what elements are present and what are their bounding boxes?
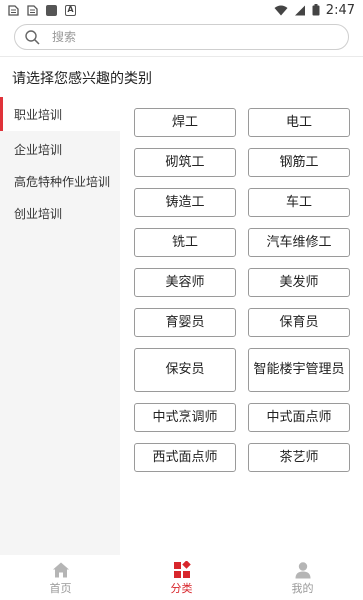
square-icon — [46, 4, 57, 16]
sim-icon — [27, 4, 38, 16]
nav-item-label: 我的 — [291, 581, 314, 595]
wifi-icon — [274, 5, 288, 15]
search-input[interactable] — [52, 30, 312, 44]
sidebar-item-high-risk[interactable]: 高危特种作业培训 — [0, 165, 120, 197]
sidebar-item-label: 创业培训 — [14, 206, 63, 221]
category-button-beautician[interactable]: 美容师 — [134, 268, 236, 297]
sidebar-item-label: 企业培训 — [14, 142, 63, 157]
sidebar-item-entrepreneurship[interactable]: 创业培训 — [0, 197, 120, 229]
category-button-nursery-worker[interactable]: 育婴员 — [134, 308, 236, 337]
category-sidebar: 职业培训 企业培训 高危特种作业培训 创业培训 — [0, 97, 120, 555]
category-button-chinese-cook[interactable]: 中式烹调师 — [134, 403, 236, 432]
category-grid: 焊工 电工 砌筑工 钢筋工 铸造工 车工 铣工 汽车维修工 美容师 美发师 育婴… — [134, 108, 352, 483]
category-button-bricklayer[interactable]: 砌筑工 — [134, 148, 236, 177]
bottom-nav: 首页 分类 我的 — [0, 556, 363, 600]
category-button-welder[interactable]: 焊工 — [134, 108, 236, 137]
sidebar-item-enterprise[interactable]: 企业培训 — [0, 133, 120, 165]
category-button-building-manager[interactable]: 智能楼宇管理员 — [248, 348, 350, 392]
sim-icon — [8, 4, 19, 16]
search-bar[interactable] — [14, 24, 349, 50]
category-button-tea-artist[interactable]: 茶艺师 — [248, 443, 350, 472]
category-button-rebar-worker[interactable]: 钢筋工 — [248, 148, 350, 177]
category-icon — [173, 560, 191, 578]
category-button-western-pastry[interactable]: 西式面点师 — [134, 443, 236, 472]
nav-item-home[interactable]: 首页 — [0, 556, 121, 600]
prompt-bar: 请选择您感兴趣的类别 — [0, 56, 363, 98]
category-button-chinese-pastry[interactable]: 中式面点师 — [248, 403, 350, 432]
page-title: 请选择您感兴趣的类别 — [12, 70, 152, 87]
a-icon: A — [65, 4, 76, 16]
sidebar-item-label: 高危特种作业培训 — [14, 174, 111, 189]
nav-item-label: 分类 — [170, 581, 193, 595]
nav-item-category[interactable]: 分类 — [121, 556, 242, 600]
home-icon — [52, 562, 69, 577]
battery-icon — [312, 4, 320, 16]
sidebar-item-vocational[interactable]: 职业培训 — [0, 97, 120, 131]
category-button-miller[interactable]: 铣工 — [134, 228, 236, 257]
status-right-icons: 2:47 — [274, 3, 355, 18]
profile-icon — [295, 561, 310, 578]
search-icon — [25, 29, 40, 45]
nav-item-profile[interactable]: 我的 — [242, 556, 363, 600]
status-time: 2:47 — [325, 2, 355, 18]
category-button-electrician[interactable]: 电工 — [248, 108, 350, 137]
category-button-security-guard[interactable]: 保安员 — [134, 348, 236, 392]
nav-item-label: 首页 — [49, 581, 72, 595]
status-bar: A 2:47 — [0, 0, 363, 20]
category-button-hairdresser[interactable]: 美发师 — [248, 268, 350, 297]
signal-icon — [294, 5, 305, 15]
category-button-foundry-worker[interactable]: 铸造工 — [134, 188, 236, 217]
status-left-icons: A — [8, 4, 76, 16]
category-button-turner[interactable]: 车工 — [248, 188, 350, 217]
category-button-childcare-worker[interactable]: 保育员 — [248, 308, 350, 337]
category-button-auto-mechanic[interactable]: 汽车维修工 — [248, 228, 350, 257]
sidebar-item-label: 职业培训 — [14, 107, 63, 122]
